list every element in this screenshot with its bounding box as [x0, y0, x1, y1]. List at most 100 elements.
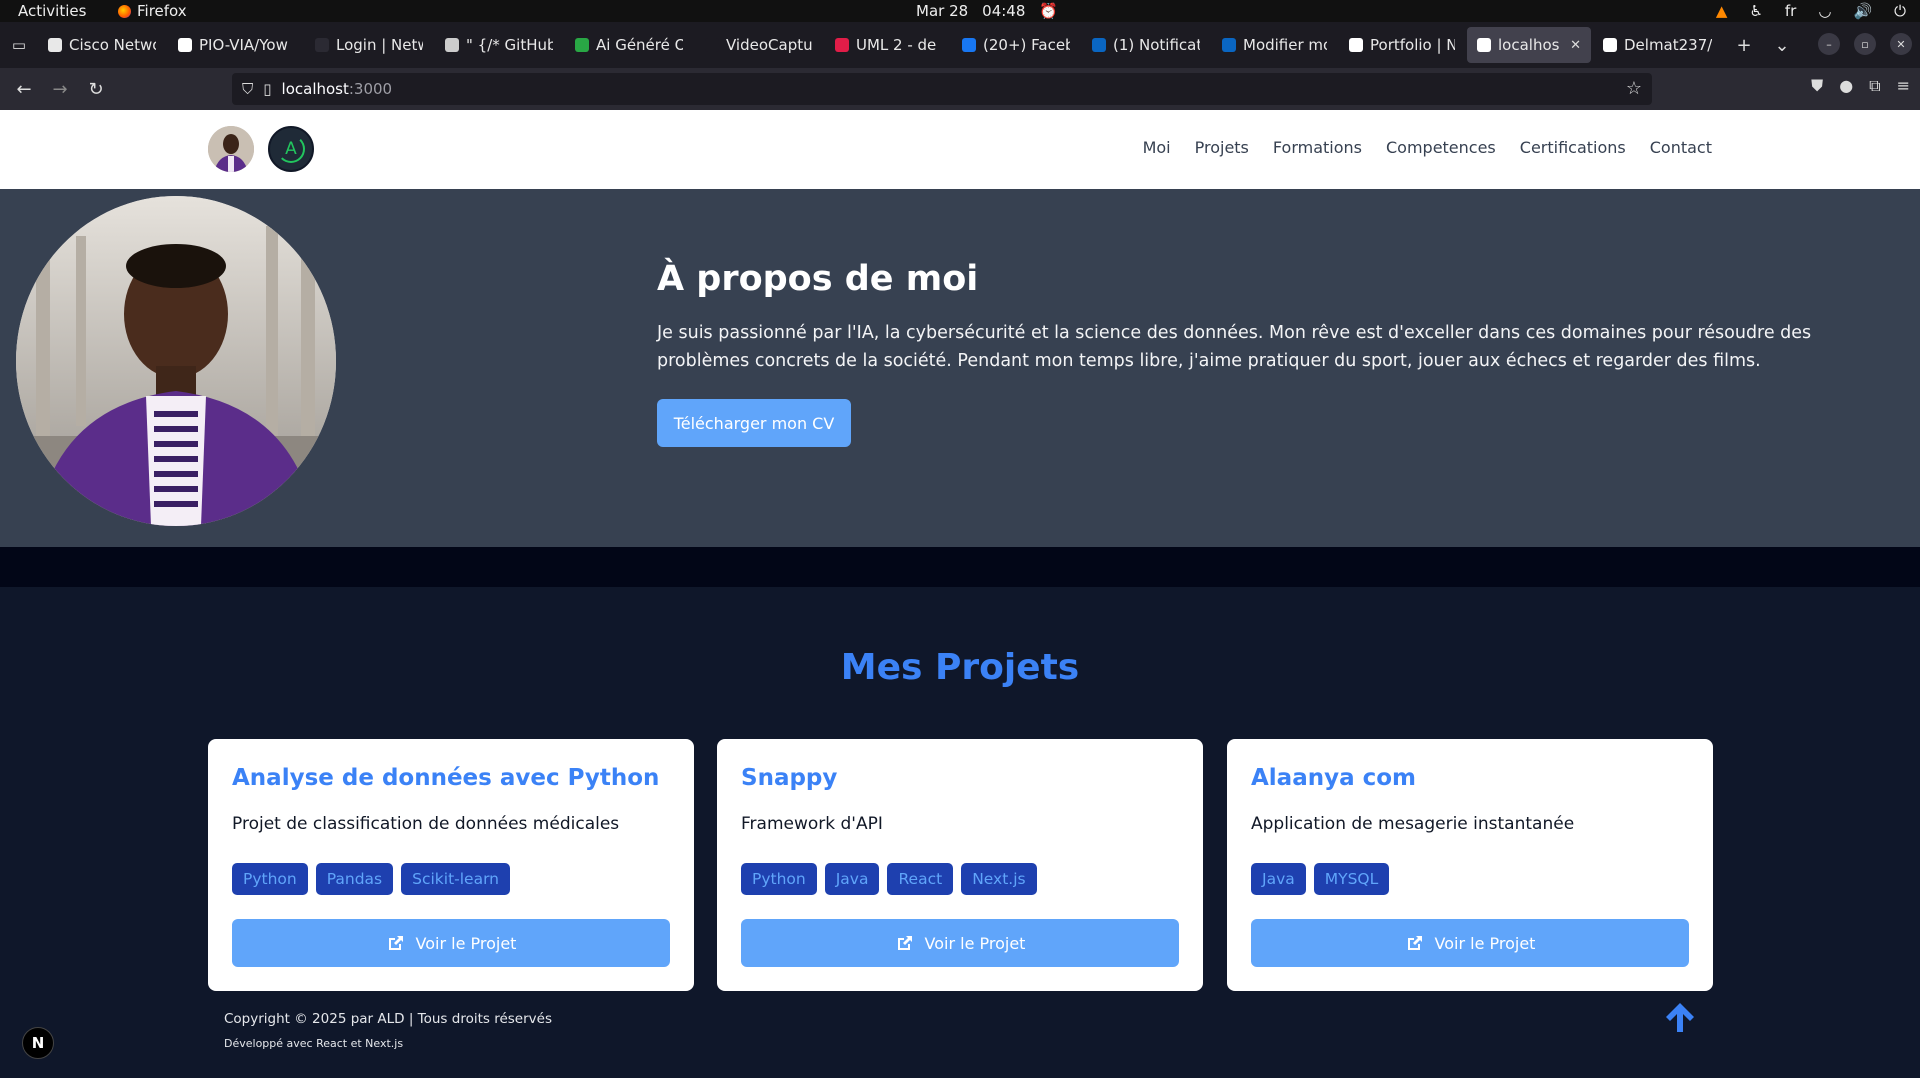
- view-project-label: Voir le Projet: [924, 933, 1026, 953]
- netacad-icon: [315, 38, 329, 52]
- toolbar-right: ⛊ ● ⧉ ≡: [1811, 76, 1910, 96]
- list-all-tabs-icon[interactable]: ⌄: [1763, 27, 1801, 63]
- browser-tab[interactable]: Ai Généré O: [565, 27, 693, 63]
- project-description: Application de mesagerie instantanée: [1251, 814, 1575, 834]
- tech-tag: Scikit-learn: [401, 863, 511, 895]
- profile-photo: [16, 196, 336, 526]
- projects-section: Mes Projets Analyse de données avec Pyth…: [0, 587, 1920, 1078]
- tab-label: Login | Netw: [336, 36, 423, 54]
- app-menu[interactable]: Firefox: [118, 2, 187, 20]
- forward-button[interactable]: →: [42, 71, 78, 107]
- browser-tab[interactable]: (1) Notificati: [1082, 27, 1210, 63]
- page-icon[interactable]: ▯: [263, 80, 271, 98]
- about-text: Je suis passionné par l'IA, la cybersécu…: [657, 323, 1812, 371]
- nav-link-contact[interactable]: Contact: [1650, 138, 1712, 157]
- browser-tab[interactable]: UML 2 - de l': [825, 27, 950, 63]
- tech-tag: Pandas: [315, 863, 394, 895]
- clock-date: Mar 28: [916, 2, 969, 20]
- view-project-button[interactable]: Voir le Projet: [1251, 919, 1689, 967]
- nav-link-formations[interactable]: Formations: [1273, 138, 1362, 157]
- view-project-button[interactable]: Voir le Projet: [741, 919, 1179, 967]
- external-link-icon: [897, 936, 912, 950]
- clock[interactable]: Mar 28 04:48 ⏰: [916, 2, 1058, 20]
- back-button[interactable]: ←: [6, 71, 42, 107]
- footer-developed-with: Développé avec React et Next.js: [224, 1037, 404, 1050]
- nav-link-competences[interactable]: Competences: [1386, 138, 1496, 157]
- wifi-icon[interactable]: ◡: [1818, 2, 1831, 20]
- browser-tab[interactable]: Delmat237/: [1593, 27, 1725, 63]
- external-link-icon: [388, 936, 403, 950]
- tech-tag: Python: [232, 863, 308, 895]
- tab-label: VideoCapture (: [726, 36, 813, 54]
- volume-icon[interactable]: 🔊: [1853, 2, 1872, 20]
- browser-tab[interactable]: Portfolio | N: [1339, 27, 1465, 63]
- browser-tab[interactable]: PIO-VIA/Yow: [168, 27, 303, 63]
- window-controls: – ▫ ✕: [1818, 33, 1912, 55]
- tab-label: localhost:3: [1498, 36, 1560, 54]
- download-cv-button[interactable]: Télécharger mon CV: [657, 399, 851, 447]
- close-window-button[interactable]: ✕: [1890, 33, 1912, 55]
- power-icon[interactable]: ⏻: [1894, 2, 1906, 20]
- browser-tab[interactable]: VideoCapture (: [695, 27, 823, 63]
- project-card: Snappy Framework d'API Python Java React Next…: [717, 739, 1203, 991]
- avatar-thumbnail[interactable]: [208, 126, 254, 172]
- info-icon: [48, 38, 62, 52]
- browser-tab[interactable]: (20+) Facebo: [952, 27, 1080, 63]
- tab-label: UML 2 - de l': [856, 36, 940, 54]
- logo-badge[interactable]: A: [268, 126, 314, 172]
- browser-tab[interactable]: " {/* GitHub: [435, 27, 563, 63]
- tab-label: " {/* GitHub: [466, 36, 553, 54]
- browser-tab[interactable]: Login | Netw: [305, 27, 433, 63]
- close-tab-icon[interactable]: ✕: [1570, 38, 1581, 53]
- nav-link-certifications[interactable]: Certifications: [1520, 138, 1626, 157]
- navigation-bar: ← → ↻ ⛉ ▯ localhost:3000 ☆ ⛊ ● ⧉ ≡: [0, 68, 1920, 110]
- tab-strip: ▭ Cisco Netwo PIO-VIA/Yow Login | Netw " {/…: [0, 22, 1920, 68]
- vlc-icon[interactable]: ▲: [1716, 2, 1728, 20]
- shield-icon[interactable]: ⛉: [242, 80, 253, 98]
- tech-tag: MYSQL: [1313, 863, 1390, 895]
- menu-icon[interactable]: ≡: [1897, 76, 1910, 96]
- activities-button[interactable]: Activities: [18, 2, 86, 20]
- about-title: À propos de moi: [657, 259, 979, 299]
- nav-link-projets[interactable]: Projets: [1195, 138, 1249, 157]
- firefox-view-icon[interactable]: ▭: [0, 22, 38, 68]
- tech-tag: Java: [824, 863, 880, 895]
- project-title: Alaanya com: [1251, 765, 1417, 791]
- browser-tab[interactable]: localhost:3 ✕: [1467, 27, 1591, 63]
- tab-label: Portfolio | N: [1370, 36, 1455, 54]
- linkedin-icon: [1222, 38, 1236, 52]
- about-section: À propos de moi Je suis passionné par l'…: [0, 189, 1920, 547]
- maximize-button[interactable]: ▫: [1854, 33, 1876, 55]
- browser-tab[interactable]: Cisco Netwo: [38, 27, 166, 63]
- minimize-button[interactable]: –: [1818, 33, 1840, 55]
- account-icon[interactable]: ●: [1839, 76, 1853, 96]
- bookmark-star-icon[interactable]: ☆: [1626, 78, 1642, 99]
- linkedin-icon: [1092, 38, 1106, 52]
- triangle-icon: [1349, 38, 1363, 52]
- bolt-icon: [835, 38, 849, 52]
- system-tray[interactable]: ▲ ♿ fr ◡ 🔊 ⏻: [1716, 2, 1906, 20]
- page-viewport: A Moi Projets Formations Competences Certifi…: [0, 110, 1920, 1078]
- nav-link-moi[interactable]: Moi: [1143, 138, 1171, 157]
- github-icon: [178, 38, 192, 52]
- project-title: Analyse de données avec Python: [232, 765, 660, 791]
- github-icon: [1603, 38, 1617, 52]
- url-bar[interactable]: ⛉ ▯ localhost:3000 ☆: [232, 73, 1652, 105]
- extensions-icon[interactable]: ⧉: [1869, 76, 1880, 96]
- accessibility-icon[interactable]: ♿: [1749, 2, 1762, 20]
- reload-button[interactable]: ↻: [78, 71, 114, 107]
- nextjs-dev-badge[interactable]: N: [22, 1027, 54, 1059]
- tab-label: Ai Généré O: [596, 36, 683, 54]
- project-card: Analyse de données avec Python Projet de …: [208, 739, 694, 991]
- project-description: Framework d'API: [741, 814, 883, 834]
- browser-tab[interactable]: Modifier mo: [1212, 27, 1337, 63]
- new-tab-button[interactable]: +: [1725, 27, 1763, 63]
- tech-tag: Python: [741, 863, 817, 895]
- language-indicator[interactable]: fr: [1785, 2, 1796, 20]
- projects-title: Mes Projets: [840, 647, 1080, 688]
- scroll-to-top-icon[interactable]: [1662, 999, 1698, 1035]
- project-title: Snappy: [741, 765, 838, 791]
- project-tags: Java MYSQL: [1251, 863, 1390, 895]
- view-project-button[interactable]: Voir le Projet: [232, 919, 670, 967]
- pocket-icon[interactable]: ⛊: [1811, 76, 1823, 96]
